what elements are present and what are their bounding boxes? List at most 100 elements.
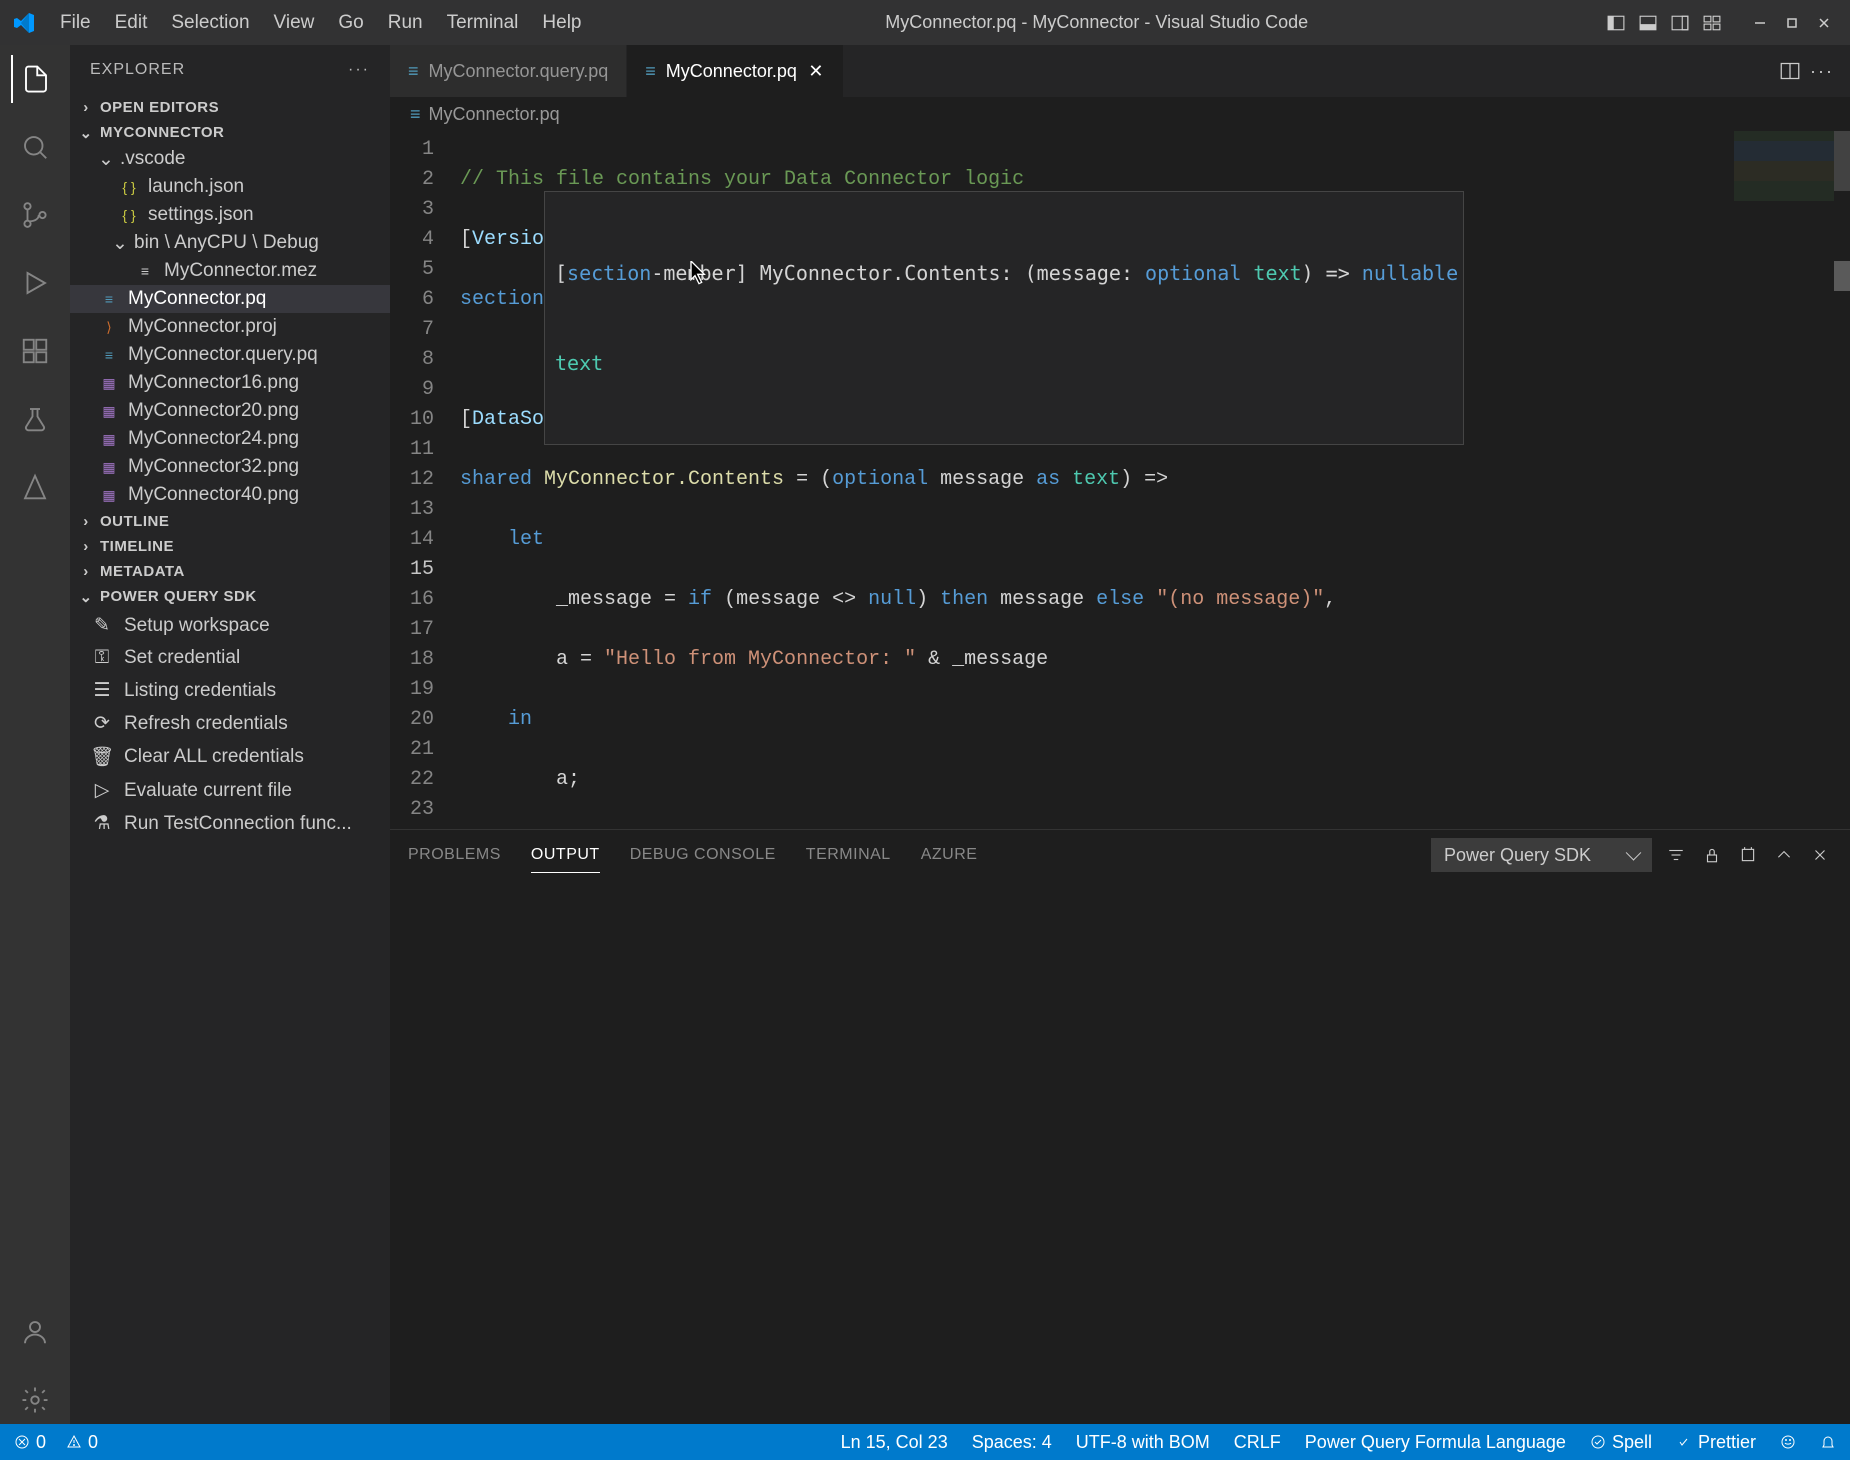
settings-gear-icon[interactable] [11, 1376, 59, 1424]
toggle-panel-icon[interactable] [1634, 9, 1662, 37]
json-icon: { } [118, 176, 140, 198]
folder-vscode[interactable]: ⌄ .vscode [70, 145, 390, 173]
menu-run[interactable]: Run [378, 8, 433, 38]
trash-icon: 🗑 [90, 745, 114, 769]
section-project[interactable]: ⌄ MYCONNECTOR [70, 120, 390, 145]
titlebar[interactable]: File Edit Selection View Go Run Terminal… [0, 0, 1850, 45]
filter-icon[interactable] [1664, 843, 1688, 867]
file-png40[interactable]: ▦MyConnector40.png [70, 481, 390, 509]
file-settings-json[interactable]: { }settings.json [70, 201, 390, 229]
status-errors[interactable]: 0 [14, 1432, 46, 1453]
maximize-panel-icon[interactable] [1772, 843, 1796, 867]
section-outline[interactable]: ›OUTLINE [70, 509, 390, 534]
file-png24[interactable]: ▦MyConnector24.png [70, 425, 390, 453]
minimize-icon[interactable] [1746, 9, 1774, 37]
layout-controls [1602, 9, 1726, 37]
menu-go[interactable]: Go [328, 8, 373, 38]
status-notifications-icon[interactable] [1820, 1432, 1836, 1453]
folder-bin[interactable]: ⌄ bin \ AnyCPU \ Debug [70, 229, 390, 257]
close-icon[interactable] [1810, 9, 1838, 37]
run-debug-icon[interactable] [11, 259, 59, 307]
chevron-down-icon: ⌄ [98, 151, 114, 167]
output-body[interactable] [390, 880, 1850, 1424]
file-mez[interactable]: ≡MyConnector.mez [70, 257, 390, 285]
file-png32[interactable]: ▦MyConnector32.png [70, 453, 390, 481]
status-warnings[interactable]: 0 [66, 1432, 98, 1453]
sidebar-title: EXPLORER [90, 61, 185, 79]
explorer-icon[interactable] [11, 55, 59, 103]
code-editor[interactable]: 1234567891011121314151617181920212223 //… [390, 131, 1850, 829]
extensions-icon[interactable] [11, 327, 59, 375]
file-png16[interactable]: ▦MyConnector16.png [70, 369, 390, 397]
editor-scrollbar[interactable] [1834, 131, 1850, 829]
file-query-pq[interactable]: ≡MyConnector.query.pq [70, 341, 390, 369]
panel-tab-problems[interactable]: PROBLEMS [408, 838, 501, 872]
clear-output-icon[interactable] [1736, 843, 1760, 867]
list-icon: ☰ [90, 679, 114, 702]
status-spell[interactable]: Spell [1590, 1432, 1652, 1453]
status-prettier[interactable]: Prettier [1676, 1432, 1756, 1453]
status-spaces[interactable]: Spaces: 4 [972, 1432, 1052, 1453]
sdk-list-credentials[interactable]: ☰Listing credentials [70, 674, 390, 707]
section-pq-sdk[interactable]: ⌄POWER QUERY SDK [70, 584, 390, 609]
status-feedback-icon[interactable] [1780, 1432, 1796, 1453]
breadcrumb[interactable]: ≡ MyConnector.pq [390, 97, 1850, 131]
tab-pq[interactable]: ≡ MyConnector.pq ✕ [627, 45, 844, 97]
pencil-icon: ✎ [90, 614, 114, 637]
sdk-run-testconnection[interactable]: ⚗Run TestConnection func... [70, 807, 390, 840]
close-icon[interactable]: ✕ [807, 62, 825, 80]
panel-tab-terminal[interactable]: TERMINAL [806, 838, 891, 872]
toggle-secondary-sidebar-icon[interactable] [1666, 9, 1694, 37]
sdk-clear-credentials[interactable]: 🗑Clear ALL credentials [70, 740, 390, 774]
panel-tab-debug[interactable]: DEBUG CONSOLE [630, 838, 776, 872]
pq-icon: ≡ [645, 61, 656, 82]
menu-view[interactable]: View [264, 8, 325, 38]
sdk-refresh-credentials[interactable]: ⟳Refresh credentials [70, 707, 390, 740]
file-pq[interactable]: ≡MyConnector.pq [70, 285, 390, 313]
split-editor-icon[interactable] [1780, 61, 1800, 81]
status-language[interactable]: Power Query Formula Language [1305, 1432, 1566, 1453]
status-eol[interactable]: CRLF [1234, 1432, 1281, 1453]
source-control-icon[interactable] [11, 191, 59, 239]
testing-icon[interactable] [11, 395, 59, 443]
customize-layout-icon[interactable] [1698, 9, 1726, 37]
sdk-evaluate[interactable]: ▷Evaluate current file [70, 774, 390, 807]
section-metadata[interactable]: ›METADATA [70, 559, 390, 584]
minimap[interactable] [1734, 131, 1834, 231]
section-open-editors[interactable]: › OPEN EDITORS [70, 95, 390, 120]
image-icon: ▦ [98, 400, 120, 422]
status-encoding[interactable]: UTF-8 with BOM [1076, 1432, 1210, 1453]
accounts-icon[interactable] [11, 1308, 59, 1356]
file-proj[interactable]: ⟩MyConnector.proj [70, 313, 390, 341]
menu-file[interactable]: File [50, 8, 101, 38]
lock-scroll-icon[interactable] [1700, 843, 1724, 867]
chevron-right-icon: › [78, 100, 94, 116]
panel-tab-output[interactable]: OUTPUT [531, 838, 600, 873]
tab-query-pq[interactable]: ≡ MyConnector.query.pq [390, 45, 627, 97]
hover-tooltip: [section-member] MyConnector.Contents: (… [544, 191, 1464, 445]
panel-tab-azure[interactable]: AZURE [921, 838, 978, 872]
menu-terminal[interactable]: Terminal [437, 8, 529, 38]
line-gutter: 1234567891011121314151617181920212223 [390, 131, 460, 829]
azure-icon[interactable] [11, 463, 59, 511]
output-channel-select[interactable]: Power Query SDK [1431, 838, 1652, 872]
image-icon: ▦ [98, 428, 120, 450]
status-line-col[interactable]: Ln 15, Col 23 [841, 1432, 948, 1453]
more-actions-icon[interactable]: ··· [1810, 61, 1834, 82]
menu-selection[interactable]: Selection [161, 8, 259, 38]
sdk-setup[interactable]: ✎Setup workspace [70, 609, 390, 642]
file-launch-json[interactable]: { }launch.json [70, 173, 390, 201]
image-icon: ▦ [98, 456, 120, 478]
toggle-primary-sidebar-icon[interactable] [1602, 9, 1630, 37]
file-png20[interactable]: ▦MyConnector20.png [70, 397, 390, 425]
search-icon[interactable] [11, 123, 59, 171]
menu-edit[interactable]: Edit [105, 8, 158, 38]
section-timeline[interactable]: ›TIMELINE [70, 534, 390, 559]
code-content[interactable]: // This file contains your Data Connecto… [460, 131, 1850, 829]
sdk-set-credential[interactable]: ⚿Set credential [70, 642, 390, 674]
pq-icon: ≡ [98, 344, 120, 366]
sidebar-more-icon[interactable]: ··· [348, 61, 370, 79]
menu-help[interactable]: Help [532, 8, 591, 38]
maximize-icon[interactable] [1778, 9, 1806, 37]
close-panel-icon[interactable] [1808, 843, 1832, 867]
